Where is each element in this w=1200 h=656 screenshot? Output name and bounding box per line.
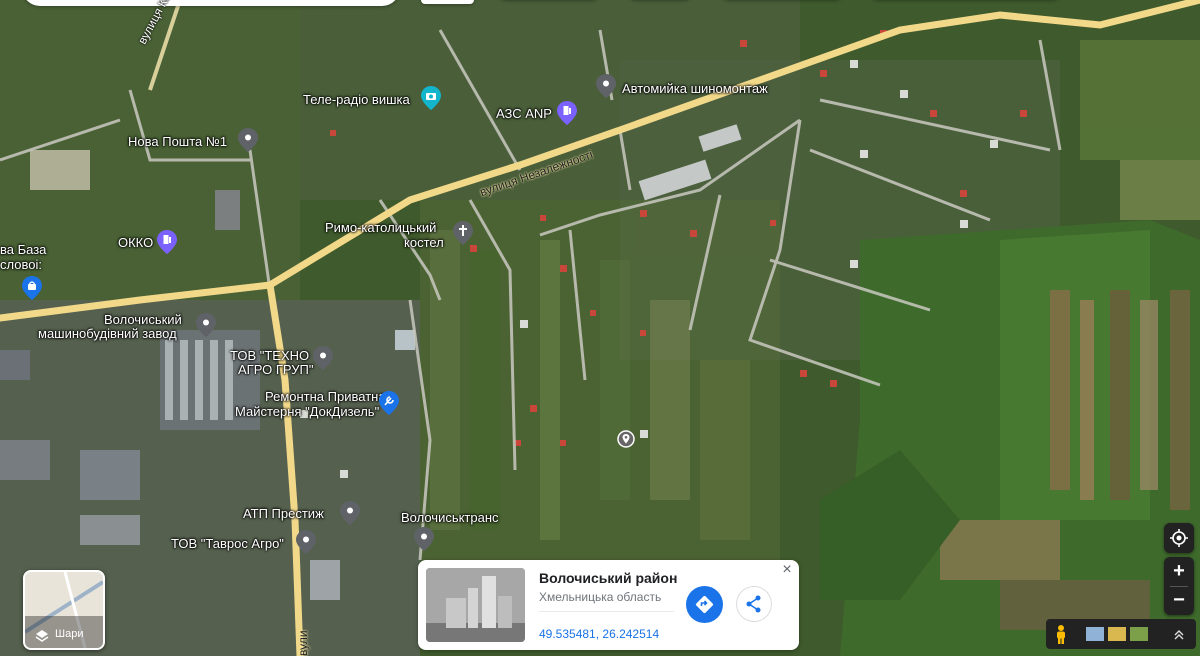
place-thumbnail[interactable] [426, 568, 525, 642]
location-pin-icon[interactable] [313, 346, 333, 370]
place-coordinates-link[interactable]: 49.535481, 26.242514 [539, 627, 659, 641]
street-label-bottom: вули [296, 630, 310, 656]
expand-up-icon[interactable] [1172, 627, 1186, 641]
location-pin-icon[interactable] [238, 128, 258, 152]
imagery-thumb-3[interactable] [1130, 627, 1148, 641]
location-pin-icon[interactable] [296, 530, 316, 554]
divider [539, 611, 674, 612]
pegman-icon[interactable] [1054, 624, 1068, 644]
location-pin-icon[interactable] [196, 313, 216, 337]
search-box[interactable] [22, 0, 400, 6]
layers-button[interactable]: Шари [23, 570, 105, 650]
poi-label-plant-line2[interactable]: машинобудівний завод [38, 327, 177, 341]
camera-pin-icon[interactable] [421, 86, 441, 110]
zoom-in-button[interactable]: + [1164, 557, 1194, 586]
shopping-pin-icon[interactable] [22, 276, 42, 300]
place-title: Волочиський район [539, 570, 678, 586]
poi-label-plant-line1[interactable]: Волочиський [104, 313, 182, 327]
my-location-icon [1170, 529, 1188, 547]
church-pin-icon[interactable] [453, 221, 473, 245]
poi-label-baza-line2[interactable]: словоі: [0, 258, 42, 272]
poi-label-gas-anp[interactable]: АЗС ANP [496, 107, 552, 121]
zoom-controls: + − [1164, 557, 1194, 615]
poi-label-nova-poshta[interactable]: Нова Пошта №1 [128, 135, 227, 149]
imagery-thumb-2[interactable] [1108, 627, 1126, 641]
imagery-thumb-1[interactable] [1086, 627, 1104, 641]
poi-label-repair-line2[interactable]: Майстерня "ДокДизель" [235, 405, 379, 419]
poi-label-okko[interactable]: ОККО [118, 236, 153, 250]
poi-label-tavros[interactable]: ТОВ "Таврос Агро" [171, 537, 284, 551]
poi-label-church-line1[interactable]: Римо-католицький [325, 221, 436, 235]
poi-label-techno-line1[interactable]: ТОВ "ТЕХНО [230, 349, 309, 363]
gas-station-pin-icon[interactable] [557, 101, 577, 125]
poi-label-tower[interactable]: Теле-радіо вишка [303, 93, 410, 107]
bottom-toolbar [1046, 619, 1196, 649]
share-icon [746, 595, 761, 613]
share-button[interactable] [736, 586, 772, 622]
layers-icon [35, 630, 49, 642]
directions-icon [695, 595, 714, 614]
my-location-button[interactable] [1164, 523, 1194, 553]
dropped-pin-icon[interactable] [617, 430, 635, 448]
repair-pin-icon[interactable] [379, 391, 399, 415]
satellite-map[interactable] [0, 0, 1200, 656]
close-button[interactable]: × [779, 562, 795, 578]
poi-label-baza-line1[interactable]: ва База [0, 243, 46, 257]
poi-label-repair-line1[interactable]: Ремонтна Приватна [265, 390, 386, 404]
poi-label-techno-line2[interactable]: АГРО ГРУП" [238, 363, 313, 377]
location-pin-icon[interactable] [340, 501, 360, 525]
layers-label: Шари [55, 628, 84, 640]
poi-label-trans[interactable]: Волочиськтранс [401, 511, 499, 525]
zoom-out-button[interactable]: − [1164, 586, 1194, 615]
place-card[interactable]: Волочиський район Хмельницька область 49… [418, 560, 799, 650]
poi-label-atp[interactable]: АТП Престиж [243, 507, 324, 521]
location-pin-icon[interactable] [414, 527, 434, 551]
poi-label-carwash[interactable]: Автомийка шиномонтаж [622, 82, 768, 96]
place-thumbnail-image [426, 568, 525, 642]
poi-label-church-line2[interactable]: костел [404, 236, 444, 250]
directions-button[interactable] [686, 586, 723, 623]
gas-station-pin-icon[interactable] [157, 230, 177, 254]
location-pin-icon[interactable] [596, 74, 616, 98]
filter-chip[interactable] [421, 0, 474, 4]
place-subtitle: Хмельницька область [539, 590, 662, 604]
